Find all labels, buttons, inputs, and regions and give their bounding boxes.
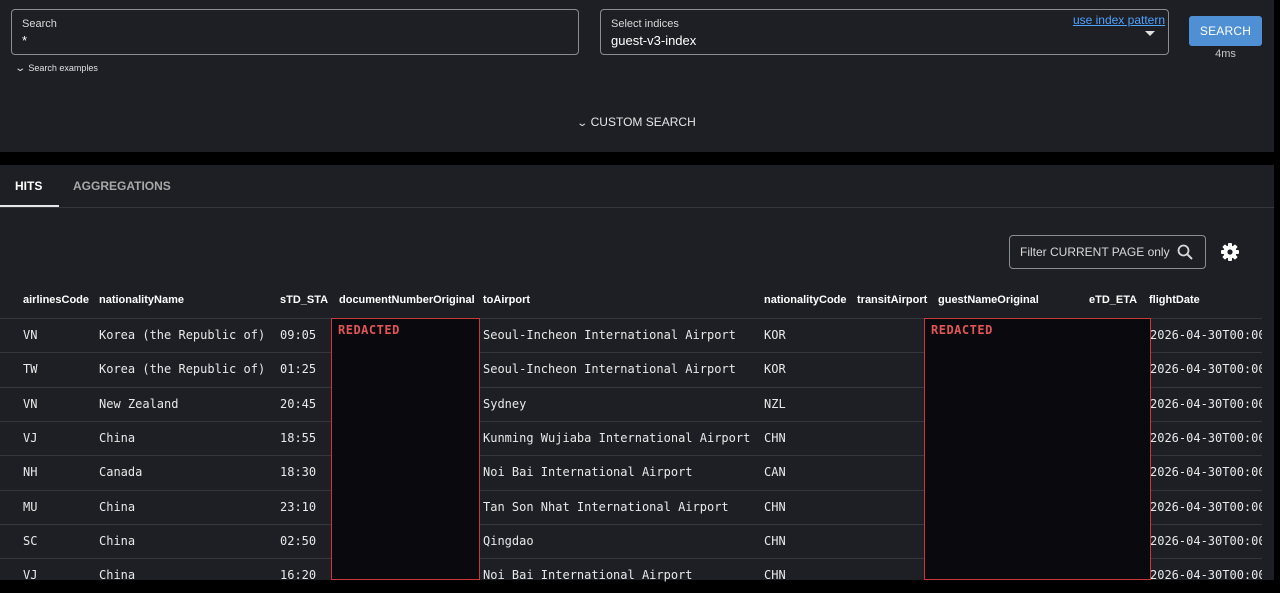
cell-nationality-name: New Zealand xyxy=(99,396,179,411)
column-header-airlinesCode[interactable]: airlinesCode xyxy=(23,294,89,306)
cell-airlines-code: NH xyxy=(23,465,38,480)
cell-nationality-name: Canada xyxy=(99,465,143,480)
search-button[interactable]: SEARCH xyxy=(1189,16,1262,46)
search-input-label: Search xyxy=(22,18,57,30)
cell-airlines-code: TW xyxy=(23,362,38,377)
cell-nationality-code: KOR xyxy=(764,328,786,342)
cell-nationality-code: CAN xyxy=(764,465,786,480)
search-panel: Search * ⌄ Search examples Select indices… xyxy=(0,0,1274,152)
cell-std-sta: 18:30 xyxy=(280,465,317,480)
chevron-down-icon: ⌄ xyxy=(14,63,27,74)
cell-flight-date: 2026-04-30T00:00 xyxy=(1150,533,1262,548)
redacted-document-number-column: REDACTED xyxy=(331,318,480,580)
cell-std-sta: 18:55 xyxy=(280,430,317,445)
cell-nationality-name: China xyxy=(99,430,136,445)
cell-std-sta: 23:10 xyxy=(280,499,317,514)
tab-hits[interactable]: HITS xyxy=(15,179,42,193)
column-header-nationalityName[interactable]: nationalityName xyxy=(99,294,184,306)
index-select-label: Select indices xyxy=(611,18,679,30)
cell-nationality-code: NZL xyxy=(764,396,786,411)
cell-flight-date: 2026-04-30T00:00 xyxy=(1150,362,1262,377)
cell-std-sta: 01:25 xyxy=(280,362,317,377)
search-input[interactable]: Search * xyxy=(11,9,579,55)
tab-aggregations[interactable]: AGGREGATIONS xyxy=(73,179,171,193)
cell-flight-date: 2026-04-30T00:00 xyxy=(1150,499,1262,514)
column-header-sTD_STA[interactable]: sTD_STA xyxy=(280,294,328,306)
search-examples-toggle[interactable]: ⌄ Search examples xyxy=(14,63,98,74)
cell-airlines-code: VJ xyxy=(23,430,38,445)
cell-nationality-name: Korea (the Republic of) xyxy=(99,362,266,377)
cell-airlines-code: SC xyxy=(23,533,38,548)
search-icon[interactable] xyxy=(1177,244,1193,260)
cell-flight-date: 2026-04-30T00:00 xyxy=(1150,430,1262,445)
cell-nationality-code: CHN xyxy=(764,533,786,548)
column-header-transitAirport[interactable]: transitAirport xyxy=(857,294,927,306)
cell-to-airport: Seoul-Incheon International Airport xyxy=(483,328,736,342)
dropdown-arrow-icon[interactable] xyxy=(1145,31,1155,36)
column-header-flightDate[interactable]: flightDate xyxy=(1149,294,1200,306)
index-select[interactable]: Select indices guest-v3-index use index … xyxy=(600,9,1169,55)
cell-std-sta: 09:05 xyxy=(280,328,317,342)
cell-to-airport: Seoul-Incheon International Airport xyxy=(483,362,736,377)
column-header-nationalityCode[interactable]: nationalityCode xyxy=(764,294,847,306)
results-tabs: HITS AGGREGATIONS xyxy=(0,165,1274,208)
use-index-pattern-link[interactable]: use index pattern xyxy=(1073,13,1165,27)
cell-to-airport: Qingdao xyxy=(483,533,534,548)
cell-flight-date: 2026-04-30T00:00 xyxy=(1150,328,1262,342)
cell-nationality-name: China xyxy=(99,499,136,514)
cell-airlines-code: MU xyxy=(23,499,38,514)
search-examples-label: Search examples xyxy=(28,63,98,73)
chevron-down-icon: ⌄ xyxy=(576,118,589,129)
redacted-label: REDACTED xyxy=(338,323,400,337)
cell-airlines-code: VN xyxy=(23,328,38,342)
cell-nationality-code: CHN xyxy=(764,430,786,445)
cell-to-airport: Kunming Wujiaba International Airport xyxy=(483,430,751,445)
cell-nationality-name: Korea (the Republic of) xyxy=(99,328,266,342)
active-tab-indicator xyxy=(0,205,59,207)
filter-input-placeholder: Filter CURRENT PAGE only xyxy=(1020,245,1170,259)
cell-to-airport: Sydney xyxy=(483,396,527,411)
search-timing: 4ms xyxy=(1215,48,1236,60)
column-header-guestNameOriginal[interactable]: guestNameOriginal xyxy=(938,294,1039,306)
cell-nationality-code: CHN xyxy=(764,499,786,514)
gear-icon[interactable] xyxy=(1220,242,1240,262)
column-header-documentNumberOriginal[interactable]: documentNumberOriginal xyxy=(339,294,475,306)
filter-current-page-input[interactable]: Filter CURRENT PAGE only xyxy=(1009,235,1206,269)
column-header-eTD_ETA[interactable]: eTD_ETA xyxy=(1089,294,1137,306)
redacted-guest-name-column: REDACTED xyxy=(924,318,1151,580)
search-input-value[interactable]: * xyxy=(22,33,27,48)
index-select-value[interactable]: guest-v3-index xyxy=(611,33,696,48)
cell-flight-date: 2026-04-30T00:00 xyxy=(1150,465,1262,480)
results-panel: HITS AGGREGATIONS Filter CURRENT PAGE on… xyxy=(0,165,1274,582)
cell-flight-date: 2026-04-30T00:00 xyxy=(1150,396,1262,411)
cell-to-airport: Tan Son Nhat International Airport xyxy=(483,499,729,514)
cell-airlines-code: VN xyxy=(23,396,38,411)
custom-search-toggle[interactable]: ⌄ CUSTOM SEARCH xyxy=(0,115,1274,129)
cell-nationality-code: KOR xyxy=(764,362,786,377)
redacted-label: REDACTED xyxy=(931,323,993,337)
cell-nationality-name: China xyxy=(99,533,136,548)
cell-to-airport: Noi Bai International Airport xyxy=(483,465,693,480)
column-header-toAirport[interactable]: toAirport xyxy=(483,294,530,306)
cell-std-sta: 02:50 xyxy=(280,533,317,548)
custom-search-label: CUSTOM SEARCH xyxy=(590,115,696,129)
cell-std-sta: 20:45 xyxy=(280,396,317,411)
